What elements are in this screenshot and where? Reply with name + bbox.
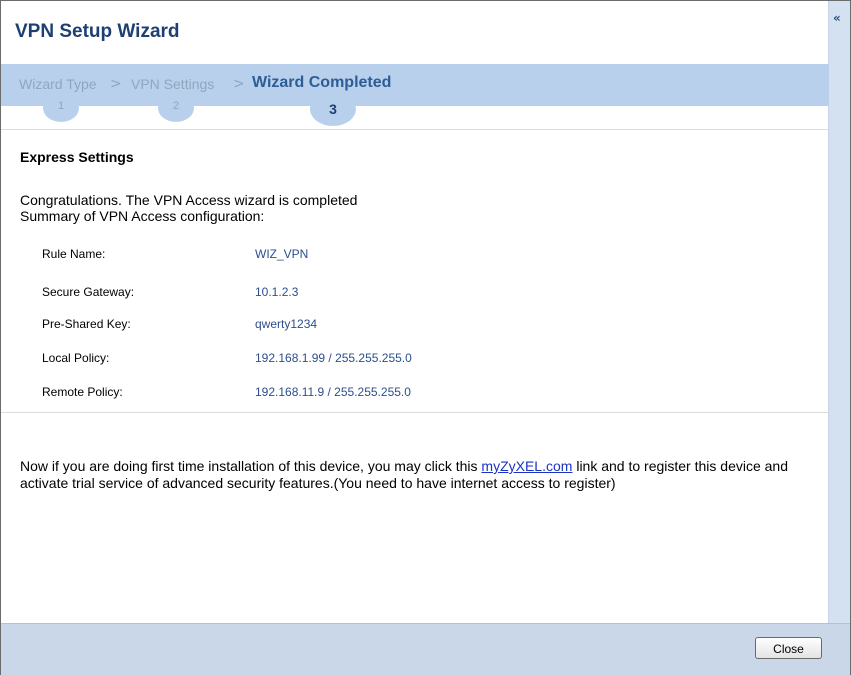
summary-heading: Summary of VPN Access configuration:	[20, 208, 265, 224]
secure-gateway-label: Secure Gateway:	[42, 285, 135, 299]
congratulations-text: Congratulations. The VPN Access wizard i…	[20, 192, 358, 208]
collapse-panel-strip[interactable]: «	[828, 1, 850, 623]
myzyxel-link[interactable]: myZyXEL.com	[481, 458, 572, 474]
step-wizard-type: Wizard Type	[19, 76, 97, 92]
remote-policy-label: Remote Policy:	[42, 385, 123, 399]
divider	[1, 412, 829, 413]
step-2-number: 2	[158, 94, 194, 122]
local-policy-label: Local Policy:	[42, 351, 110, 365]
step-1-number: 1	[43, 94, 79, 122]
registration-note: Now if you are doing first time installa…	[20, 458, 820, 492]
footer-bar	[1, 623, 850, 675]
vpn-setup-wizard-window: « VPN Setup Wizard 1 2 3 Wizard Type > V…	[0, 0, 851, 675]
rule-name-value: WIZ_VPN	[255, 247, 309, 261]
remote-policy-value: 192.168.11.9 / 255.255.255.0	[255, 385, 411, 399]
window-title: VPN Setup Wizard	[15, 21, 180, 42]
wizard-steps-band	[1, 64, 829, 106]
double-chevron-left-icon[interactable]: «	[833, 11, 847, 25]
close-button[interactable]: Close	[755, 637, 822, 659]
note-text-before: Now if you are doing first time installa…	[20, 458, 482, 474]
local-policy-value: 192.168.1.99 / 255.255.255.0	[255, 351, 412, 365]
step-separator: >	[110, 76, 122, 92]
step-separator: >	[233, 76, 245, 92]
step-wizard-completed: Wizard Completed	[252, 74, 392, 91]
step-vpn-settings: VPN Settings	[131, 76, 215, 92]
divider	[1, 129, 829, 130]
step-3-number: 3	[310, 92, 356, 126]
secure-gateway-value: 10.1.2.3	[255, 285, 299, 299]
rule-name-label: Rule Name:	[42, 247, 106, 261]
section-title: Express Settings	[20, 149, 134, 165]
pre-shared-key-value: qwerty1234	[255, 317, 318, 331]
pre-shared-key-label: Pre-Shared Key:	[42, 317, 131, 331]
